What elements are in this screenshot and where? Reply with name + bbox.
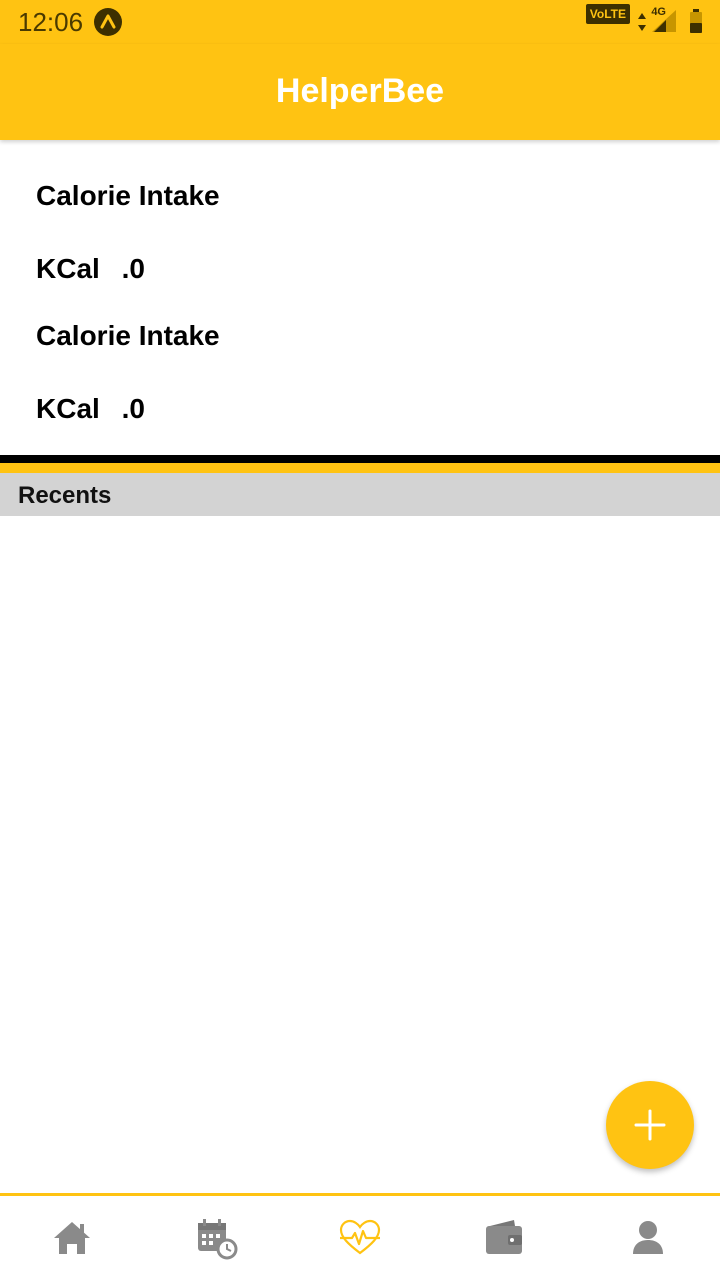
recents-header: Recents [0,473,720,516]
nav-wallet[interactable] [482,1216,526,1260]
data-arrows-icon [636,12,648,37]
heart-pulse-icon [339,1219,381,1255]
bottom-nav [0,1193,720,1280]
wallet-icon [486,1220,522,1254]
battery-icon [690,9,702,38]
volte-icon: VoLTE [585,4,630,24]
app-title: HelperBee [275,72,445,110]
home-icon [54,1222,90,1254]
nav-schedule[interactable] [194,1216,238,1260]
kcal-value: .0 [121,253,145,284]
nav-health[interactable] [338,1216,382,1260]
divider-accent [0,463,720,473]
kcal-row: KCal .0 [36,253,145,285]
nav-profile[interactable] [626,1216,670,1260]
recents-title: Recents [18,482,112,509]
calorie-intake-title: Calorie Intake [36,320,220,351]
kcal-unit: KCal [36,393,100,424]
person-icon [633,1221,663,1254]
add-entry-button[interactable] [606,1081,694,1169]
calorie-intake-title: Calorie Intake [36,180,220,211]
nav-home[interactable] [50,1216,94,1260]
kcal-value: .0 [121,393,145,424]
kcal-row: KCal .0 [36,393,145,425]
status-time: 12:06 [18,7,84,37]
calendar-clock-icon [198,1219,238,1260]
plus-icon [634,1109,666,1141]
signal-icon [652,10,676,37]
app-bar: HelperBee [0,44,720,140]
status-bar: 12:06 VoLTE 4G [0,0,720,44]
app-notification-icon [94,8,122,36]
divider [0,455,720,463]
kcal-unit: KCal [36,253,100,284]
